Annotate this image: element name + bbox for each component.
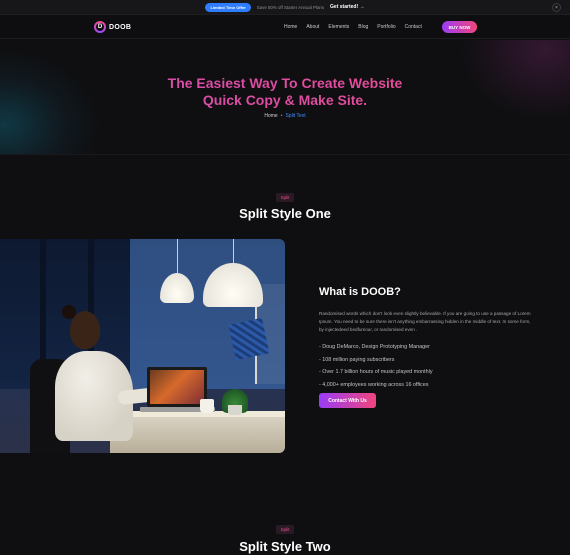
photo-plant-pot [228,405,242,415]
close-icon[interactable]: × [552,3,561,12]
nav-home[interactable]: Home [284,24,297,30]
breadcrumb-separator: • [280,113,283,119]
nav-contact[interactable]: Contact [405,24,422,30]
hero-title-line-2: Quick Copy & Make Site. [202,92,368,108]
feature-item: - 108 million paying subscribers [319,356,395,363]
breadcrumb-current: Split Text [285,113,306,119]
hero-section: The Easiest Way To Create Website Quick … [0,40,570,155]
promo-link-label: Get started! [330,4,359,10]
content-description: Randomised words which don't look even s… [319,311,531,332]
nav-about[interactable]: About [306,24,319,30]
section-title: Split Style Two [239,539,331,554]
section-tag: Split [276,193,294,202]
content-heading: What is DOOB? [319,286,401,298]
nav-elements[interactable]: Elements [328,24,349,30]
nav-portfolio[interactable]: Portfolio [377,24,395,30]
nav-blog[interactable]: Blog [358,24,368,30]
site-header: D DOOB Home About Elements Blog Portfoli… [0,15,570,39]
photo-laptop [147,367,207,407]
buy-now-button[interactable]: BUY NOW [442,21,477,33]
photo-wall-art [228,317,270,361]
arrow-right-icon: → [359,4,365,10]
promo-bar: Limited Time Offer Save 50% off Starter … [0,0,570,15]
breadcrumb-home[interactable]: Home [264,113,277,119]
promo-link[interactable]: Get started! → [330,4,364,10]
photo-person-head [70,311,100,349]
logo[interactable]: D DOOB [94,21,131,33]
split-content: What is DOOB? Randomised words which don… [319,286,534,394]
breadcrumb: Home • Split Text [0,113,570,119]
feature-item: - Doug DeMarco, Design Prototyping Manag… [319,344,430,350]
photo-lamp [160,239,194,303]
main-nav: Home About Elements Blog Portfolio Conta… [284,24,431,30]
feature-list: - Doug DeMarco, Design Prototyping Manag… [319,344,534,388]
contact-with-us-button[interactable]: Contact With Us [319,393,376,408]
section-tag: Split [276,525,294,534]
logo-text: DOOB [109,23,132,31]
hero-title: The Easiest Way To Create Website Quick … [0,75,570,109]
promo-text: Save 50% off Starter Annual Plans [256,4,325,10]
promo-badge: Limited Time Offer [205,2,251,12]
photo-desk [110,417,285,453]
hero-title-line-1: The Easiest Way To Create Website [167,75,403,91]
photo-mug [200,399,214,413]
logo-mark-letter: D [96,23,104,31]
logo-mark-icon: D [94,21,106,33]
photo-lamp [203,239,263,307]
feature-item: - Over 1.7 billion hours of music played… [319,369,433,375]
feature-item: - 4,000+ employees working across 16 off… [319,381,429,388]
office-photo [0,239,285,453]
section-title: Split Style One [239,206,331,221]
photo-laptop-screen [150,370,204,404]
